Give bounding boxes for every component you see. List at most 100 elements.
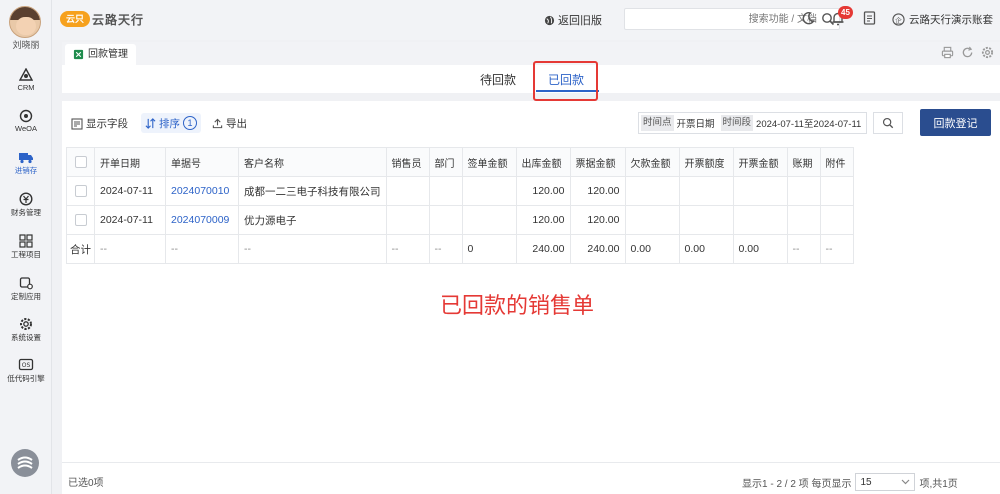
column-header[interactable]: 票据金额 <box>569 147 626 177</box>
account-switcher[interactable]: 企 云路天行演示账套 <box>892 12 993 27</box>
tab-received-payment[interactable]: 已回款 <box>548 71 584 88</box>
date-range-value[interactable]: 2024-07-11至2024-07-11 <box>756 116 861 130</box>
settings-icon[interactable] <box>981 46 994 59</box>
back-to-old-version-link[interactable]: 返回旧版 <box>544 12 602 28</box>
column-header[interactable]: 附件 <box>819 147 854 177</box>
sidebar-item-settings[interactable]: 系统设置 <box>0 317 52 351</box>
sidebar-item-finance[interactable]: 财务管理 <box>0 192 52 226</box>
sidebar-item-weoa[interactable]: WeOA <box>0 109 52 143</box>
date-filter[interactable]: 时间点 开票日期 时间段 2024-07-11至2024-07-11 <box>638 112 867 134</box>
globe-icon <box>544 15 555 25</box>
table-cell <box>732 205 788 235</box>
sidebar-item-label: 低代码引擎 <box>7 374 45 383</box>
select-all-cell[interactable] <box>66 147 95 177</box>
sidebar-item-projects[interactable]: 工程项目 <box>0 234 52 268</box>
row-checkbox[interactable] <box>74 185 87 198</box>
moon-icon[interactable] <box>801 11 815 25</box>
date-search-button[interactable] <box>873 112 903 134</box>
tab-pending-payment[interactable]: 待回款 <box>480 71 516 88</box>
sidebar-item-lowcode[interactable]: OS 低代码引擎 <box>0 358 52 392</box>
status-tabs: 待回款 已回款 <box>62 65 1000 93</box>
table-cell <box>624 176 680 206</box>
page-tools <box>941 46 994 59</box>
select-all-checkbox[interactable] <box>74 156 87 168</box>
total-cell: -- <box>94 234 166 264</box>
weoa-icon <box>19 109 33 123</box>
table-cell <box>786 205 821 235</box>
column-header[interactable]: 开票额度 <box>678 147 734 177</box>
table-total-row: 合计 -- -- -- -- -- 0 240.00 240.00 0.00 0… <box>66 234 854 264</box>
page-summary: 显示1 - 2 / 2 项 每页显示 <box>742 478 852 490</box>
timepoint-tag[interactable]: 时间点 <box>641 115 674 131</box>
user-avatar[interactable] <box>9 6 41 38</box>
svg-text:企: 企 <box>895 15 902 24</box>
document-icon[interactable] <box>863 11 876 25</box>
total-cell: -- <box>238 234 387 264</box>
column-header[interactable]: 账期 <box>786 147 821 177</box>
show-fields-label: 显示字段 <box>86 118 128 130</box>
sidebar-item-label: CRM <box>17 83 35 92</box>
page-tab-payment-management[interactable]: 回款管理 <box>65 44 136 65</box>
column-header[interactable]: 单据号 <box>165 147 239 177</box>
total-cell: -- <box>428 234 463 264</box>
document-number-link[interactable]: 2024070009 <box>165 205 239 235</box>
column-header[interactable]: 开票金额 <box>732 147 788 177</box>
back-to-old-version-label: 返回旧版 <box>558 15 602 27</box>
page-size-select[interactable]: 15 <box>855 473 916 491</box>
column-header[interactable]: 客户名称 <box>238 147 387 177</box>
export-label: 导出 <box>226 118 247 130</box>
print-icon[interactable] <box>941 46 954 59</box>
table-header-row: 开单日期 单据号 客户名称 销售员 部门 签单金额 出库金额 票据金额 欠款金额… <box>66 147 854 177</box>
total-cell: -- <box>786 234 821 264</box>
column-header[interactable]: 签单金额 <box>461 147 517 177</box>
table-row[interactable]: 2024-07-11 2024070010 成都一二三电子科技有限公司 120.… <box>66 176 854 206</box>
page-suffix: 项,共1页 <box>919 478 958 490</box>
payment-table: 开单日期 单据号 客户名称 销售员 部门 签单金额 出库金额 票据金额 欠款金额… <box>66 147 854 264</box>
column-header[interactable]: 欠款金额 <box>624 147 680 177</box>
show-fields-button[interactable]: 显示字段 <box>71 116 128 131</box>
table-cell <box>678 205 734 235</box>
total-cell: 0 <box>461 234 517 264</box>
column-header[interactable]: 出库金额 <box>515 147 571 177</box>
company-logo-icon[interactable] <box>11 449 39 477</box>
search-input[interactable] <box>647 9 817 29</box>
sort-button[interactable]: 排序 1 <box>141 113 201 133</box>
top-bar: 云只 云路天行 返回旧版 45 企 云路天行演示账套 <box>52 0 1000 40</box>
account-name: 云路天行演示账套 <box>909 14 993 26</box>
table-row[interactable]: 2024-07-11 2024070009 优力源电子 120.00 120.0… <box>66 205 854 235</box>
column-header[interactable]: 开单日期 <box>94 147 166 177</box>
row-checkbox[interactable] <box>74 214 87 227</box>
row-select-cell[interactable] <box>66 176 95 206</box>
fields-icon <box>71 117 83 130</box>
table-cell <box>732 176 788 206</box>
column-header[interactable]: 部门 <box>428 147 463 177</box>
table-cell: 120.00 <box>569 176 626 206</box>
app-logo[interactable]: 云只 云路天行 <box>60 9 144 29</box>
table-cell <box>428 176 463 206</box>
sidebar-item-crm[interactable]: CRM <box>0 68 52 102</box>
row-select-cell[interactable] <box>66 205 95 235</box>
payment-register-button[interactable]: 回款登记 <box>920 109 991 136</box>
custom-app-icon <box>19 277 33 290</box>
total-cell: 0.00 <box>624 234 680 264</box>
selected-count: 已选0项 <box>68 478 104 489</box>
sidebar-item-custom-apps[interactable]: 定制应用 <box>0 276 52 310</box>
table-cell <box>385 205 430 235</box>
sidebar-item-label: 定制应用 <box>11 292 41 301</box>
refresh-icon[interactable] <box>961 46 974 59</box>
notification-badge: 45 <box>838 6 853 19</box>
sidebar-item-label: 财务管理 <box>11 208 41 217</box>
sidebar: 刘晓丽 CRM WeOA 进销存 财务管理 工程项目 定制应用 系统设置 OS … <box>0 0 52 494</box>
sidebar-item-inventory[interactable]: 进销存 <box>0 150 52 184</box>
export-button[interactable]: 导出 <box>212 116 247 131</box>
total-label: 合计 <box>66 234 95 264</box>
column-header[interactable]: 销售员 <box>385 147 430 177</box>
table-cell <box>624 205 680 235</box>
table-cell <box>819 205 854 235</box>
excel-icon <box>73 49 84 60</box>
period-tag[interactable]: 时间段 <box>720 115 754 131</box>
date-field-select[interactable]: 开票日期 <box>677 116 715 130</box>
table-cell: 120.00 <box>515 205 571 235</box>
total-cell: -- <box>165 234 239 264</box>
document-number-link[interactable]: 2024070010 <box>165 176 239 206</box>
